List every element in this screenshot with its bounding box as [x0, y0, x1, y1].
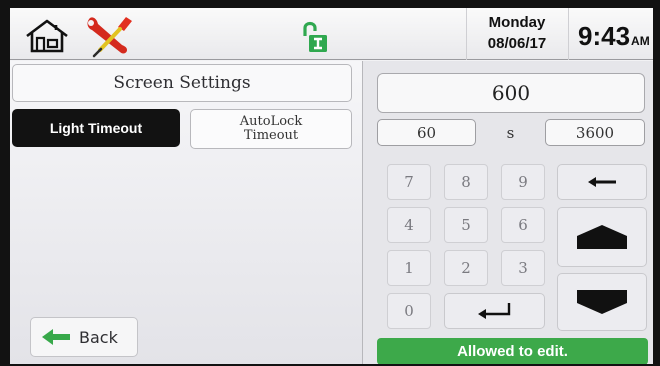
key-9[interactable]: 9 — [501, 164, 545, 200]
tab-light-timeout[interactable]: Light Timeout — [12, 109, 180, 147]
key-0[interactable]: 0 — [387, 293, 431, 329]
panel-title: Screen Settings — [12, 64, 352, 102]
tab-autolock-label-line2: Timeout — [243, 128, 299, 143]
edit-status-bar: Allowed to edit. — [377, 338, 648, 364]
max-value: 3600 — [545, 119, 645, 146]
increment-button[interactable] — [557, 207, 647, 267]
back-button[interactable]: Back — [30, 317, 138, 357]
decrement-button[interactable] — [557, 273, 647, 331]
tab-autolock-timeout[interactable]: AutoLock Timeout — [190, 109, 352, 149]
value-editor: 600 60 s 3600 7 8 9 4 5 6 1 2 3 0 Allowe… — [362, 61, 653, 364]
device-frame: Monday 08/06/17 9:43AM Screen Settings L… — [0, 0, 660, 366]
unit-label: s — [506, 123, 515, 142]
min-value: 60 — [377, 119, 476, 146]
enter-button[interactable] — [444, 293, 545, 329]
weekday-label: Monday — [488, 14, 546, 31]
key-7[interactable]: 7 — [387, 164, 431, 200]
tools-icon[interactable] — [80, 12, 138, 58]
header-divider — [466, 8, 467, 60]
key-6[interactable]: 6 — [501, 207, 545, 243]
key-1[interactable]: 1 — [387, 250, 431, 286]
down-arrow-icon — [577, 290, 627, 314]
touch-screen: Monday 08/06/17 9:43AM Screen Settings L… — [10, 8, 653, 364]
back-arrow-icon — [42, 329, 70, 345]
key-4[interactable]: 4 — [387, 207, 431, 243]
key-8[interactable]: 8 — [444, 164, 488, 200]
top-bar: Monday 08/06/17 9:43AM — [10, 8, 653, 60]
settings-panel: Screen Settings Light Timeout AutoLock T… — [10, 61, 362, 364]
key-3[interactable]: 3 — [501, 250, 545, 286]
key-5[interactable]: 5 — [444, 207, 488, 243]
home-icon[interactable] — [24, 18, 70, 54]
backspace-button[interactable] — [557, 164, 647, 200]
up-arrow-icon — [577, 225, 627, 249]
key-2[interactable]: 2 — [444, 250, 488, 286]
tab-autolock-label-line1: AutoLock — [239, 114, 303, 129]
date-label: 08/06/17 — [487, 35, 547, 52]
value-display[interactable]: 600 — [377, 73, 645, 113]
unlocked-lock-icon — [303, 21, 327, 52]
back-button-label: Back — [79, 327, 118, 347]
clock: 9:43AM — [578, 21, 650, 52]
clock-ampm: AM — [631, 34, 650, 48]
clock-time: 9:43 — [578, 21, 631, 51]
header-divider — [568, 8, 569, 60]
backspace-arrow-icon — [588, 177, 616, 187]
tab-light-timeout-label: Light Timeout — [49, 120, 143, 136]
enter-icon — [477, 303, 510, 319]
